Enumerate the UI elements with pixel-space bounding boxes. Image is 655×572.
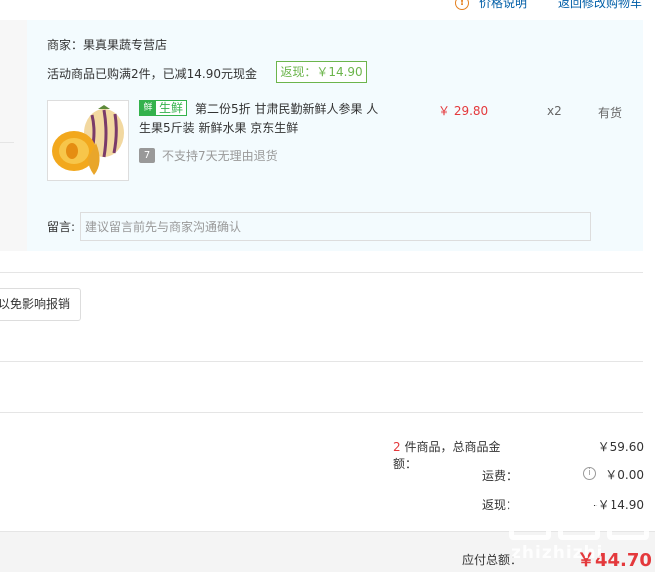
memo-input[interactable] — [80, 212, 591, 241]
goods-count: 2 — [393, 440, 401, 454]
no-return-notice: 7 不支持7天无理由退货 — [139, 147, 278, 164]
total-label: 应付总额： — [462, 553, 523, 567]
total-value: ￥44.70 — [577, 550, 652, 571]
cashback-label: 返现： — [481, 498, 518, 512]
product-image[interactable] — [47, 100, 129, 181]
section-divider — [0, 361, 643, 362]
no-return-icon: 7 — [139, 148, 155, 163]
stock-status: 有货 — [598, 106, 623, 120]
section-divider — [0, 272, 643, 273]
left-column — [0, 20, 27, 251]
fresh-icon: 鲜 — [140, 101, 156, 115]
shipping-label: 运费： — [481, 469, 518, 483]
unit-price: ￥ 29.80 — [438, 104, 489, 118]
shop-name: 商家：果真果蔬专营店 — [47, 38, 168, 52]
quantity: x2 — [547, 104, 562, 118]
top-links: ! 价格说明 返回修改购物车 — [0, 0, 655, 12]
pepino-fruit-image — [52, 105, 124, 175]
invoice-button[interactable]: 以免影响报销 — [0, 288, 81, 321]
left-divider — [0, 142, 14, 143]
fresh-tag-label: 生鲜 — [156, 101, 187, 115]
goods-total: ￥59.60 — [597, 440, 644, 454]
shipping-value: ￥0.00 — [605, 468, 644, 482]
promo-text: 活动商品已购满2件，已减14.90元现金 — [47, 67, 257, 81]
section-divider — [0, 412, 643, 413]
total-bar — [0, 531, 655, 572]
cashback-badge: 返现：￥14.90 — [276, 61, 367, 83]
warning-icon: ! — [455, 0, 469, 10]
fresh-tag: 鲜 生鲜 — [139, 100, 188, 116]
back-to-cart-link[interactable]: 返回修改购物车 — [558, 0, 642, 11]
no-return-label: 不支持7天无理由退货 — [162, 149, 278, 163]
cashback-value: -￥14.90 — [593, 498, 644, 512]
memo-label: 留言: — [47, 220, 76, 234]
price-note-label: 价格说明 — [479, 0, 528, 10]
price-note-link[interactable]: ! 价格说明 — [455, 0, 527, 11]
